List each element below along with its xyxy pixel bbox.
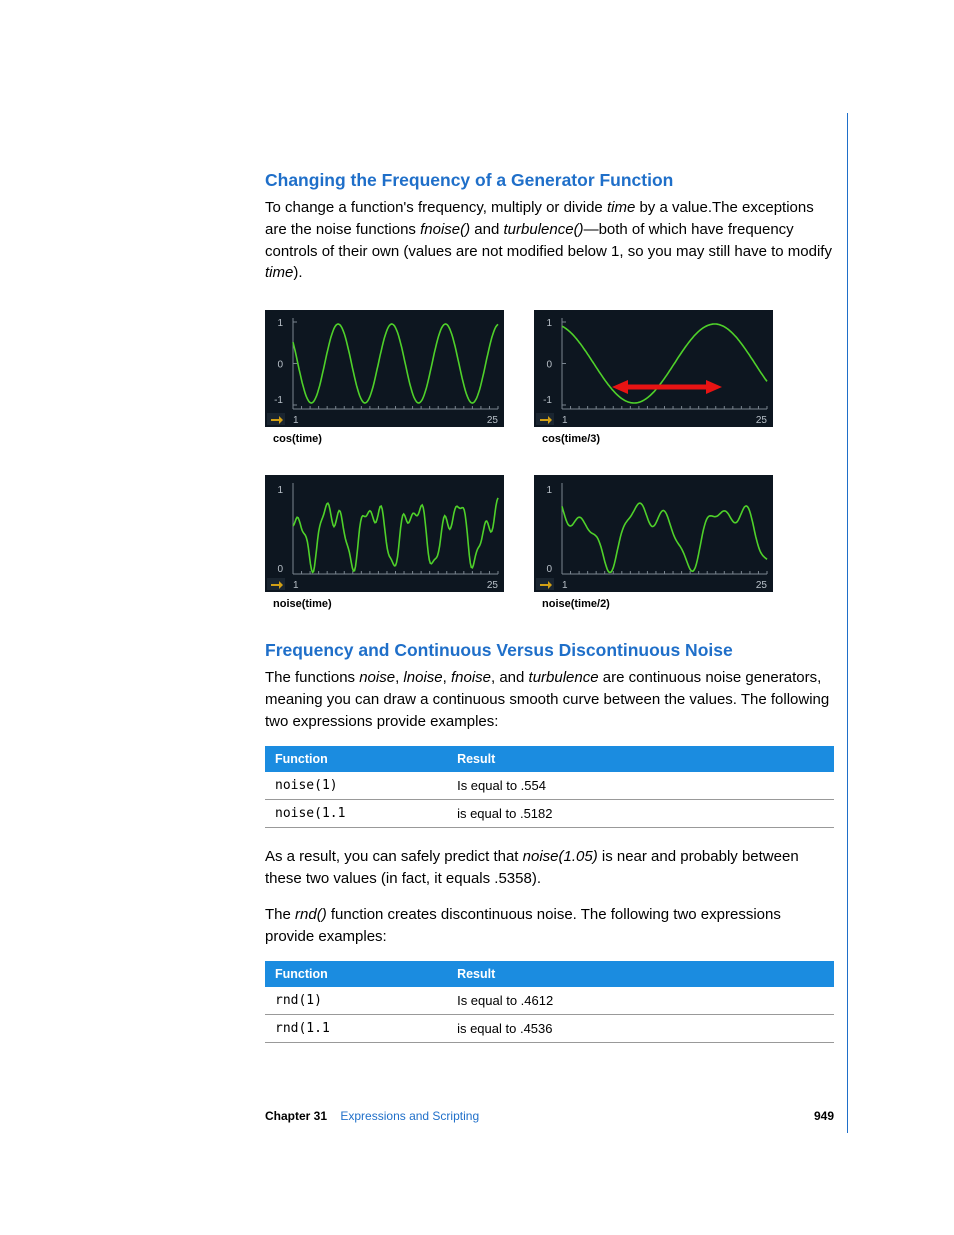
svg-text:0: 0 xyxy=(546,564,552,575)
result-cell: is equal to .4536 xyxy=(447,1015,834,1043)
svg-text:-1: -1 xyxy=(274,395,283,406)
table-row: noise(1)Is equal to .554 xyxy=(265,772,834,800)
page-number: 949 xyxy=(814,1109,834,1123)
table-row: rnd(1.1is equal to .4536 xyxy=(265,1015,834,1043)
svg-text:1: 1 xyxy=(546,485,552,496)
chart-cos-time: 1 25 1 0 -1 xyxy=(265,310,504,427)
chart-caption: noise(time/2) xyxy=(542,598,773,610)
svg-text:1: 1 xyxy=(293,415,299,426)
section-heading-1: Changing the Frequency of a Generator Fu… xyxy=(265,170,834,191)
noise-table: Function Result noise(1)Is equal to .554… xyxy=(265,746,834,828)
section2-para1: The functions noise, lnoise, fnoise, and… xyxy=(265,667,834,732)
table-row: noise(1.1is equal to .5182 xyxy=(265,800,834,828)
svg-text:1: 1 xyxy=(562,580,568,591)
result-cell: Is equal to .4612 xyxy=(447,987,834,1015)
func-cell: rnd(1.1 xyxy=(265,1015,447,1043)
chart-caption: cos(time/3) xyxy=(542,433,773,445)
result-cell: is equal to .5182 xyxy=(447,800,834,828)
result-cell: Is equal to .554 xyxy=(447,772,834,800)
chapter-number: Chapter 31 xyxy=(265,1109,327,1123)
section2-para3: The rnd() function creates discontinuous… xyxy=(265,904,834,948)
svg-text:0: 0 xyxy=(277,360,283,371)
col-function: Function xyxy=(265,746,447,772)
svg-text:0: 0 xyxy=(277,564,283,575)
svg-text:25: 25 xyxy=(487,415,499,426)
col-result: Result xyxy=(447,961,834,987)
section2-para2: As a result, you can safely predict that… xyxy=(265,846,834,890)
svg-text:25: 25 xyxy=(756,415,768,426)
func-cell: rnd(1) xyxy=(265,987,447,1015)
col-result: Result xyxy=(447,746,834,772)
chart-row-1: 1 25 1 0 -1 cos(time) 1 25 1 0 -1 cos(time/3) xyxy=(265,310,834,467)
page-footer: Chapter 31 Expressions and Scripting 949 xyxy=(265,1103,834,1123)
col-function: Function xyxy=(265,961,447,987)
svg-text:1: 1 xyxy=(277,485,283,496)
svg-text:25: 25 xyxy=(756,580,768,591)
section1-para: To change a function's frequency, multip… xyxy=(265,197,834,284)
func-cell: noise(1.1 xyxy=(265,800,447,828)
rnd-table: Function Result rnd(1)Is equal to .4612r… xyxy=(265,961,834,1043)
section-heading-2: Frequency and Continuous Versus Disconti… xyxy=(265,640,834,661)
chart-caption: cos(time) xyxy=(273,433,504,445)
chapter-title: Expressions and Scripting xyxy=(340,1109,479,1123)
svg-text:1: 1 xyxy=(546,318,552,329)
svg-text:0: 0 xyxy=(546,360,552,371)
svg-text:1: 1 xyxy=(277,318,283,329)
chart-noise-time: 12510 xyxy=(265,475,504,592)
svg-text:-1: -1 xyxy=(543,395,552,406)
chart-row-2: 12510 noise(time) 12510 noise(time/2) xyxy=(265,475,834,632)
svg-text:1: 1 xyxy=(562,415,568,426)
chart-cos-time-3: 1 25 1 0 -1 xyxy=(534,310,773,427)
chart-caption: noise(time) xyxy=(273,598,504,610)
chart-noise-time-2: 12510 xyxy=(534,475,773,592)
page-right-rule xyxy=(847,113,848,1133)
func-cell: noise(1) xyxy=(265,772,447,800)
table-row: rnd(1)Is equal to .4612 xyxy=(265,987,834,1015)
svg-text:25: 25 xyxy=(487,580,499,591)
svg-text:1: 1 xyxy=(293,580,299,591)
